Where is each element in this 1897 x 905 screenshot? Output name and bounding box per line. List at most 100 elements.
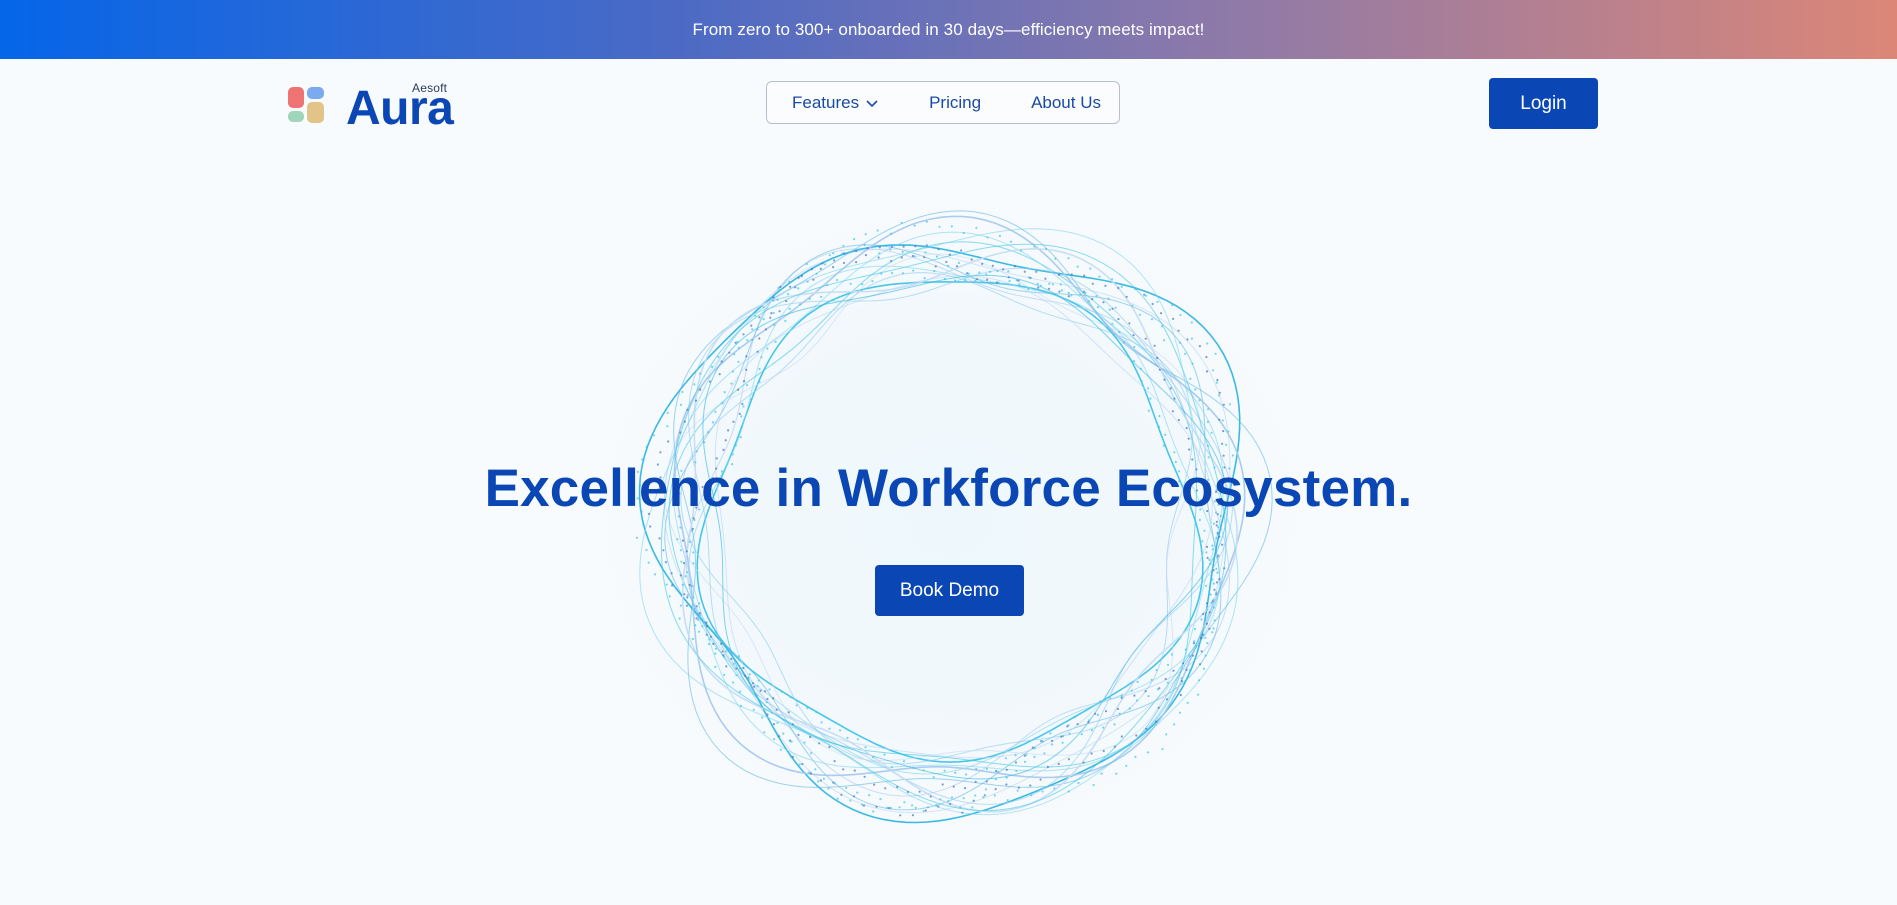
- wave-ring-dot: [679, 403, 683, 406]
- wave-ring-dot: [836, 278, 839, 282]
- wave-ring-dot: [718, 373, 721, 376]
- wave-ring-dot: [1201, 540, 1204, 543]
- wave-ring-dot: [843, 252, 846, 255]
- wave-ring-dot: [1144, 690, 1147, 693]
- nav-pricing-label: Pricing: [929, 92, 982, 112]
- wave-ring-dot: [1014, 761, 1017, 764]
- wave-ring-dot: [740, 415, 743, 418]
- wave-ring-dot: [891, 272, 894, 275]
- wave-ring-dot: [820, 721, 823, 724]
- wave-ring-dot: [839, 729, 842, 732]
- wave-ring-dot: [1184, 352, 1187, 355]
- wave-ring-dot: [676, 538, 679, 541]
- wave-ring-dot: [845, 786, 848, 790]
- wave-ring-dot: [1136, 680, 1139, 684]
- wave-ring-dot: [1157, 706, 1160, 709]
- wave-ring-dot: [1076, 265, 1079, 268]
- wave-ring-dot: [1163, 378, 1166, 381]
- wave-ring-dot: [1205, 622, 1208, 625]
- wave-ring-dot: [924, 251, 927, 254]
- wave-ring-dot: [708, 380, 712, 383]
- wave-ring-dot: [994, 778, 997, 781]
- wave-ring-dot: [890, 245, 893, 248]
- wave-ring-dot: [797, 733, 800, 737]
- wave-ring-dot: [959, 806, 962, 809]
- wave-ring-dot: [906, 790, 909, 794]
- wave-ring-dot: [828, 745, 831, 749]
- wave-ring-dot: [1225, 443, 1228, 446]
- wave-ring-dot: [903, 801, 906, 804]
- wave-ring-dot: [757, 679, 760, 682]
- wave-ring-dot: [691, 585, 694, 588]
- wave-ring-dot: [842, 768, 845, 771]
- wave-ring-dot: [1222, 403, 1225, 406]
- wave-ring-dot: [1205, 612, 1208, 615]
- wave-ring-dot: [1083, 274, 1086, 277]
- wave-ring-dot: [731, 370, 734, 373]
- wave-ring-dot: [810, 752, 813, 755]
- wave-ring-dot: [873, 783, 876, 786]
- wave-ring-dot: [756, 695, 759, 698]
- book-demo-button[interactable]: Book Demo: [875, 565, 1024, 616]
- wave-ring-dot: [1215, 593, 1218, 596]
- wave-ring-dot: [682, 562, 686, 565]
- wave-ring-dot: [986, 236, 989, 239]
- wave-ring-dot: [723, 673, 726, 677]
- wave-ring-dot: [678, 617, 681, 620]
- wave-ring-dot: [1033, 245, 1036, 248]
- wave-ring-dot: [1140, 379, 1143, 382]
- wave-ring-dot: [736, 340, 739, 344]
- wave-ring-dot: [666, 411, 669, 415]
- wave-ring-dot: [694, 624, 697, 627]
- wave-ring-dot: [1087, 300, 1090, 303]
- wave-ring-dot: [985, 780, 988, 783]
- wave-ring-dot: [1171, 304, 1174, 307]
- wave-ring-dot: [912, 269, 915, 272]
- wave-ring-dot: [1208, 611, 1211, 614]
- wave-ring-dot: [1023, 270, 1026, 273]
- wave-ring-dot: [819, 262, 822, 265]
- wave-ring-dot: [728, 351, 731, 354]
- wave-ring-dot: [1125, 295, 1128, 298]
- wave-ring-dot: [772, 697, 775, 700]
- wave-ring-dot: [747, 676, 750, 679]
- wave-ring-dot: [745, 355, 748, 358]
- wave-ring-dot: [1016, 789, 1019, 792]
- wave-ring-dot: [889, 806, 893, 810]
- wave-ring-dot: [720, 360, 723, 363]
- wave-ring-dot: [1206, 408, 1210, 411]
- brand-logo[interactable]: Aura Aesoft: [286, 81, 456, 133]
- wave-ring-dot: [1159, 312, 1163, 315]
- wave-ring-dot: [1211, 544, 1214, 547]
- wave-ring-dot: [1144, 337, 1147, 340]
- wave-ring-dot: [923, 256, 926, 259]
- wave-ring-dot: [1122, 341, 1125, 344]
- wave-ring-dot: [889, 248, 892, 251]
- nav-about-us[interactable]: About Us: [1031, 93, 1101, 113]
- wave-ring-dot: [1059, 283, 1062, 286]
- wave-ring-dot: [1084, 291, 1087, 294]
- wave-ring-dot: [1199, 636, 1203, 639]
- wave-ring-dot: [707, 643, 711, 646]
- wave-ring-dot: [887, 806, 891, 810]
- wave-ring-dot: [738, 412, 741, 415]
- wave-ring-dot: [693, 383, 696, 386]
- wave-ring-dot: [878, 252, 881, 255]
- wave-ring-dot: [1198, 679, 1201, 682]
- wave-ring-dot: [1173, 451, 1176, 454]
- wave-ring-dot: [1161, 748, 1164, 751]
- wave-ring-dot: [948, 253, 951, 256]
- wave-ring-dot: [871, 280, 874, 283]
- wave-ring-dot: [1039, 284, 1042, 287]
- wave-ring-dot: [758, 367, 761, 371]
- logo-tiles-icon: [286, 87, 326, 127]
- login-button[interactable]: Login: [1489, 78, 1598, 129]
- wave-ring-dot: [861, 283, 864, 286]
- wave-ring-dot: [878, 246, 881, 249]
- nav-pricing[interactable]: Pricing: [929, 93, 981, 113]
- wave-ring-dot: [918, 790, 921, 793]
- wave-ring-dot: [686, 408, 689, 411]
- wave-ring-dot: [707, 431, 710, 434]
- nav-features[interactable]: Features: [792, 93, 879, 113]
- wave-ring-dot: [668, 595, 671, 598]
